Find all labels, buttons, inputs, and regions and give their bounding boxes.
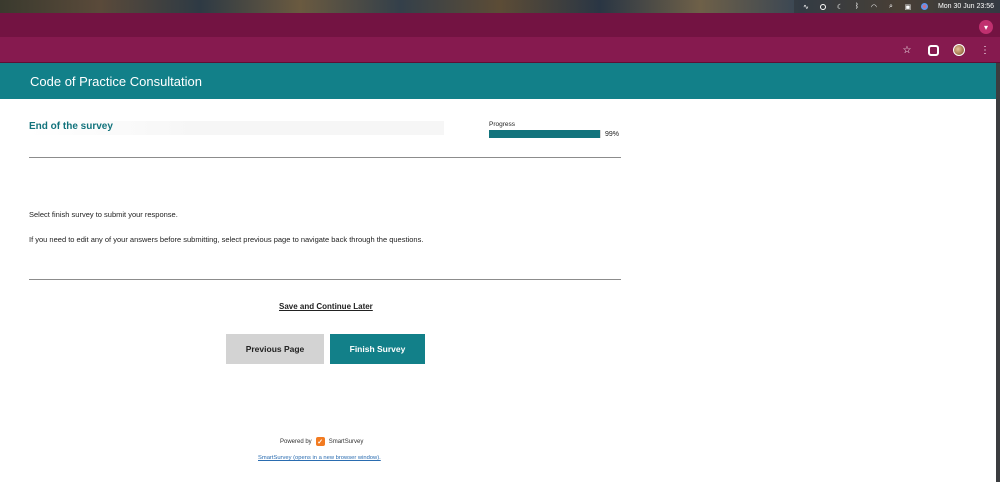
account-circle-icon[interactable] xyxy=(819,3,827,11)
wifi-icon[interactable]: ◠ xyxy=(870,3,878,11)
page-viewport: Code of Practice Consultation End of the… xyxy=(0,63,996,482)
previous-page-button[interactable]: Previous Page xyxy=(226,334,324,364)
star-icon[interactable]: ☆ xyxy=(900,43,914,57)
tab-search-dropdown-icon[interactable]: ▾ xyxy=(979,20,993,34)
menu-bar: ∿ ☾ ᛒ ◠ ⌕ ▣ Mon 30 Jun 23:56 xyxy=(0,0,1000,13)
browser-toolbar: ☆ ⋮ xyxy=(0,37,1000,63)
moon-icon[interactable]: ☾ xyxy=(836,3,844,11)
page-title: Code of Practice Consultation xyxy=(30,73,202,89)
window-edge xyxy=(996,63,1000,482)
divider-bottom xyxy=(29,279,621,280)
progress-label: Progress xyxy=(489,121,516,128)
control-center-icon[interactable]: ▣ xyxy=(904,3,912,11)
tab-strip: ▾ xyxy=(0,13,1000,37)
siri-icon[interactable] xyxy=(921,3,929,11)
finish-survey-button[interactable]: Finish Survey xyxy=(330,334,425,364)
smartsurvey-link[interactable]: SmartSurvey (opens in a new browser wind… xyxy=(258,455,381,461)
instruction-text-1: Select finish survey to submit your resp… xyxy=(29,210,178,219)
profile-avatar[interactable] xyxy=(952,43,966,57)
more-menu-icon[interactable]: ⋮ xyxy=(978,43,992,57)
progress-bar xyxy=(489,130,601,138)
menu-bar-status-area: ∿ ☾ ᛒ ◠ ⌕ ▣ Mon 30 Jun 23:56 xyxy=(793,0,1000,13)
smartsurvey-logo-icon: ✓ xyxy=(315,437,325,446)
browser-chrome: ▾ ☆ ⋮ xyxy=(0,13,1000,63)
progress-indicator: Progress 99% xyxy=(489,121,621,138)
powered-by-label: Powered by xyxy=(280,438,312,445)
divider-top xyxy=(29,157,621,158)
progress-bar-fill xyxy=(489,130,600,138)
activity-icon[interactable]: ∿ xyxy=(802,3,810,11)
smartsurvey-brand: SmartSurvey xyxy=(328,438,364,445)
instruction-text-2: If you need to edit any of your answers … xyxy=(29,235,424,244)
survey-header: Code of Practice Consultation xyxy=(0,63,996,99)
progress-percent: 99% xyxy=(605,130,620,138)
survey-content: End of the survey Progress 99% Select fi… xyxy=(29,99,621,482)
menu-bar-clock[interactable]: Mon 30 Jun 23:56 xyxy=(938,3,994,10)
bluetooth-icon[interactable]: ᛒ xyxy=(853,3,861,11)
section-title: End of the survey xyxy=(29,121,444,135)
save-and-continue-later-link[interactable]: Save and Continue Later xyxy=(279,302,373,311)
search-icon[interactable]: ⌕ xyxy=(887,3,895,11)
powered-by: Powered by ✓ SmartSurvey xyxy=(280,437,363,446)
extensions-icon[interactable] xyxy=(926,43,940,57)
